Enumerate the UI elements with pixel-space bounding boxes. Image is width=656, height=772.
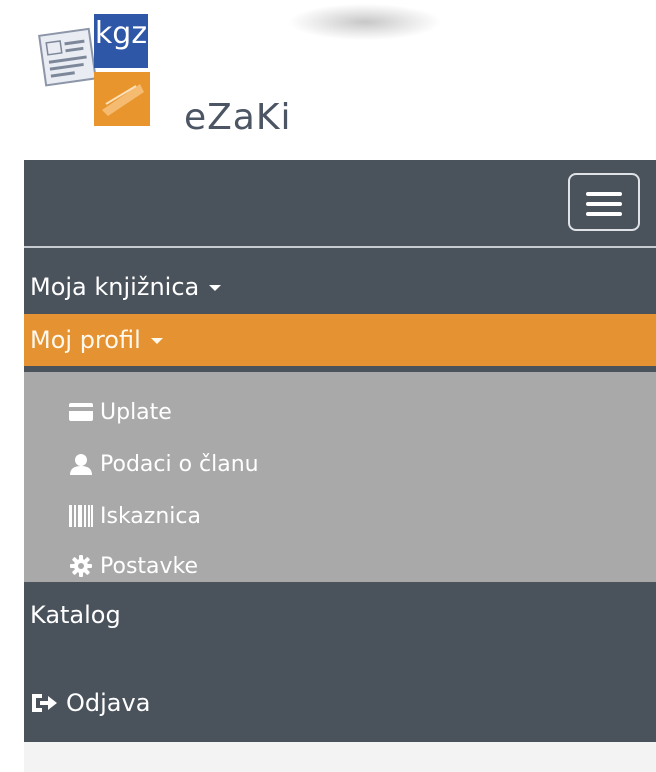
header-shadow (290, 4, 440, 40)
header: kgz eZaKi (0, 0, 656, 160)
caret-down-icon (209, 285, 222, 291)
nav-item-moj-profil[interactable]: Moj profil (24, 314, 656, 366)
ezaki-logo[interactable]: kgz eZaKi (36, 12, 290, 138)
nav-item-moja-knjiznica[interactable]: Moja knjižnica (24, 260, 656, 314)
nav-item-label: Katalog (30, 601, 121, 629)
submenu-item-label: Uplate (100, 399, 172, 425)
submenu-item-podaci-o-clanu[interactable]: Podaci o članu (68, 444, 259, 484)
submenu-item-label: Iskaznica (100, 503, 201, 529)
nav-item-katalog[interactable]: Katalog (24, 590, 656, 640)
submenu-item-uplate[interactable]: Uplate (68, 392, 172, 432)
page-bottom (24, 742, 656, 772)
barcode-icon (68, 504, 94, 528)
caret-down-icon (150, 338, 163, 344)
profile-submenu: Uplate Podaci o članu Iskaznica Postavke (24, 372, 656, 582)
submenu-item-label: Podaci o članu (100, 451, 259, 477)
menu-toggle-button[interactable] (568, 173, 640, 231)
navbar: Moja knjižnica Moj profil Uplate Podaci … (24, 160, 656, 742)
nav-item-odjava[interactable]: Odjava (24, 678, 656, 728)
gear-icon (68, 554, 94, 578)
logout-icon (30, 691, 60, 715)
submenu-item-iskaznica[interactable]: Iskaznica (68, 496, 201, 536)
logo-mark-text: kgz (94, 16, 148, 51)
user-icon (68, 452, 94, 476)
submenu-item-postavke[interactable]: Postavke (68, 546, 198, 586)
submenu-item-label: Postavke (100, 553, 199, 579)
credit-card-icon (68, 400, 94, 424)
navbar-header (24, 160, 656, 248)
nav-item-label: Odjava (66, 689, 151, 717)
nav-item-label: Moja knjižnica (30, 273, 200, 301)
app-name: eZaKi (184, 97, 292, 138)
nav-item-label: Moj profil (30, 326, 141, 354)
